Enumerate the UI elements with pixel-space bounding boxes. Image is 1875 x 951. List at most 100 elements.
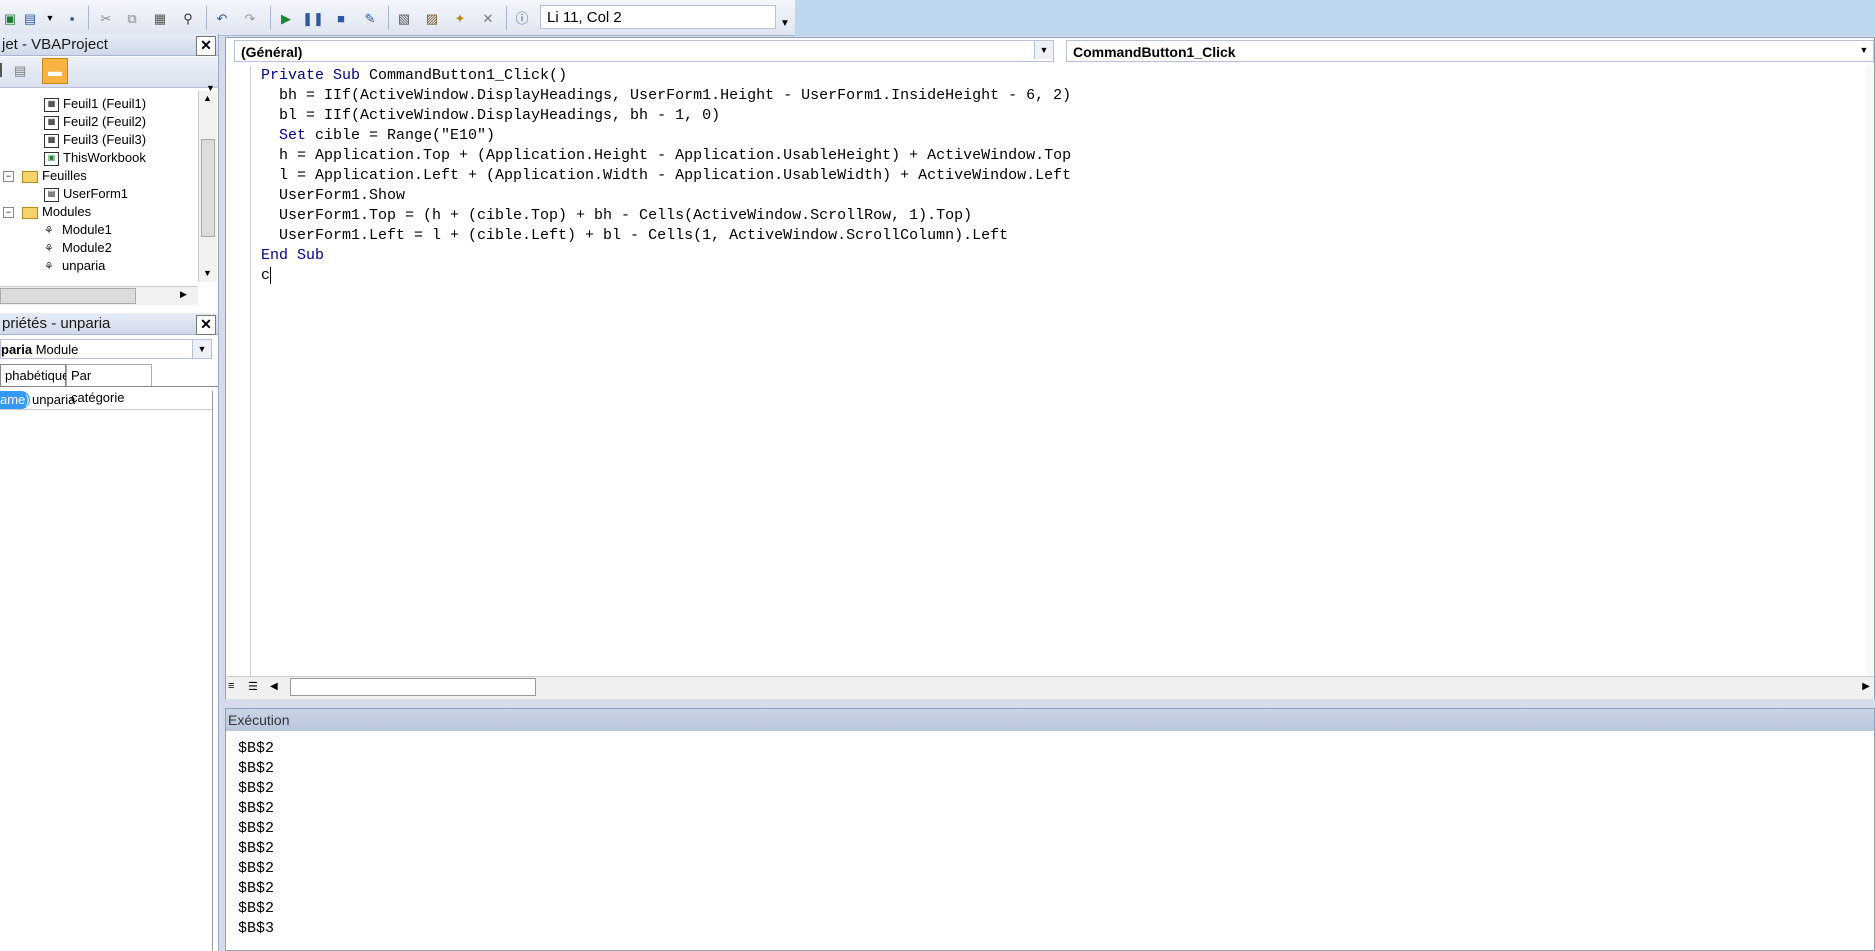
tab-alphabetique[interactable]: phabétique (0, 364, 69, 386)
folder-icon (22, 170, 38, 183)
scroll-thumb[interactable] (201, 139, 215, 237)
code-line[interactable]: bh = IIf(ActiveWindow.DisplayHeadings, U… (261, 86, 1071, 106)
property-value[interactable]: unparia (32, 391, 75, 409)
scroll-up-icon[interactable]: ▲ (203, 93, 212, 103)
code-line[interactable]: c​ (261, 266, 272, 286)
design-mode-icon[interactable]: ✎ (360, 8, 380, 28)
redo-icon[interactable]: ↷ (240, 8, 260, 28)
properties-window-icon[interactable]: ▨ (422, 8, 442, 28)
form-icon: ▤ (44, 187, 59, 202)
excel-icon[interactable]: ▣ (0, 8, 20, 28)
break-icon[interactable]: ❚❚ (302, 8, 324, 28)
procedure-view-icon[interactable]: ≡ (228, 680, 234, 692)
tree-item-userform1[interactable]: ▤ UserForm1 (44, 186, 128, 202)
toolbar-separator (270, 6, 271, 30)
code-vertical-scrollbar[interactable] (1866, 66, 1874, 684)
code-line[interactable]: UserForm1.Show (261, 186, 405, 206)
toolbar-overflow-icon[interactable]: ▼ (780, 18, 790, 29)
code-line[interactable]: h = Application.Top + (Application.Heigh… (261, 146, 1071, 166)
insert-userform-icon[interactable]: ▤ (20, 8, 40, 28)
standard-toolbar: ▣ ▤ ▼ ▪ ✂ ⧉ ▦ ⚲ ↶ ↷ ▶ ❚❚ ■ ✎ ▧ ▨ ✦ ✕ ⓘ L… (0, 0, 795, 36)
module-icon: ⚘ (44, 242, 54, 255)
project-explorer-icon[interactable]: ▧ (394, 8, 414, 28)
copy-icon[interactable]: ⧉ (122, 8, 142, 28)
code-line[interactable]: Set cible = Range("E10") (261, 126, 495, 146)
help-icon[interactable]: ⓘ (512, 8, 532, 28)
scroll-right-icon[interactable]: ▶ (1862, 681, 1870, 692)
procedure-combo[interactable]: CommandButton1_Click ▼ (1066, 40, 1874, 62)
project-explorer-panel: jet - VBAProject ✕ ▤ ▬ ▼ ▦ Feuil1 (Feuil1… (0, 34, 219, 313)
code-line[interactable]: UserForm1.Left = l + (cible.Left) + bl -… (261, 226, 1008, 246)
paste-icon[interactable]: ▦ (150, 8, 170, 28)
tree-item-thisworkbook[interactable]: ▣ ThisWorkbook (44, 150, 146, 166)
module-icon: ⚘ (44, 260, 54, 273)
chevron-down-icon[interactable]: ▼ (1855, 41, 1873, 59)
collapse-modules-icon[interactable]: − (3, 207, 14, 218)
output-line: $B$3 (238, 920, 275, 937)
undo-icon[interactable]: ↶ (212, 8, 232, 28)
toggle-folders-icon[interactable]: ▬ (42, 58, 68, 84)
scroll-right-icon[interactable]: ▶ (180, 289, 187, 300)
code-horizontal-scrollbar[interactable]: ≡ ☰ ◀ ▶ (226, 676, 1874, 699)
code-line[interactable]: UserForm1.Top = (h + (cible.Top) + bh - … (261, 206, 972, 226)
reset-icon[interactable]: ■ (331, 8, 351, 28)
object-combo[interactable]: (Général) ▼ (234, 40, 1054, 62)
object-browser-icon[interactable]: ✦ (450, 8, 470, 28)
project-vertical-scrollbar[interactable]: ▲ ▼ (198, 91, 217, 282)
dropdown-icon[interactable]: ▼ (40, 8, 60, 28)
code-line[interactable]: End Sub (261, 246, 324, 266)
code-window: (Général) ▼ CommandButton1_Click ▼ Priva… (225, 37, 1875, 699)
scroll-left-icon[interactable]: ◀ (270, 681, 278, 692)
text-cursor: ​ (270, 267, 272, 284)
tree-folder-feuilles[interactable]: Feuilles (22, 168, 87, 184)
run-icon[interactable]: ▶ (276, 8, 296, 28)
tree-folder-modules[interactable]: Modules (22, 204, 91, 220)
toolbar-separator (206, 6, 207, 30)
tab-par-categorie[interactable]: Par catégorie (66, 364, 152, 405)
view-object-icon[interactable]: ▤ (14, 63, 30, 78)
sheet-icon: ▦ (44, 115, 59, 130)
chevron-down-icon[interactable]: ▼ (192, 340, 211, 358)
code-line[interactable]: Private Sub CommandButton1_Click() (261, 66, 567, 86)
project-explorer-toolbar: ▤ ▬ ▼ (0, 57, 218, 93)
output-line: $B$2 (238, 820, 275, 837)
properties-panel: priétés - unparia ✕ paria Module ▼ phabé… (0, 313, 219, 951)
ide-background (795, 0, 1875, 36)
execution-output[interactable]: $B$2 $B$2 $B$2 $B$2 $B$2 $B$2 $B$2 $B$2 … (226, 733, 1874, 950)
tree-item-module1[interactable]: ⚘ Module1 (44, 222, 112, 238)
tree-item-unparia[interactable]: ⚘ unparia (44, 258, 105, 274)
close-icon[interactable]: ✕ (196, 315, 216, 335)
toolbox-icon[interactable]: ✕ (478, 8, 498, 28)
folder-icon (22, 206, 38, 219)
collapse-feuilles-icon[interactable]: − (3, 171, 14, 182)
toolbar-separator (388, 6, 389, 30)
tree-item-feuil3[interactable]: ▦ Feuil3 (Feuil3) (44, 132, 146, 148)
full-module-view-icon[interactable]: ☰ (248, 680, 258, 693)
chevron-down-icon[interactable]: ▼ (1034, 41, 1053, 59)
scroll-thumb[interactable] (0, 288, 136, 304)
object-selector[interactable]: paria Module ▼ (0, 339, 212, 359)
properties-title: priétés - unparia (0, 313, 218, 335)
close-icon[interactable]: ✕ (196, 36, 216, 56)
object-type: Module (35, 342, 79, 357)
output-line: $B$2 (238, 760, 275, 777)
scroll-down-icon[interactable]: ▼ (203, 268, 212, 278)
code-line[interactable]: bl = IIf(ActiveWindow.DisplayHeadings, b… (261, 106, 720, 126)
save-icon[interactable]: ▪ (62, 8, 82, 28)
cursor-position-display: Li 11, Col 2 (540, 5, 776, 29)
scroll-thumb[interactable] (290, 678, 536, 696)
code-line[interactable]: l = Application.Left + (Application.Widt… (261, 166, 1071, 186)
property-row-name[interactable]: ame) unparia (0, 391, 212, 410)
tree-item-feuil2[interactable]: ▦ Feuil2 (Feuil2) (44, 114, 146, 130)
tree-item-module2[interactable]: ⚘ Module2 (44, 240, 112, 256)
properties-border (212, 391, 217, 951)
output-line: $B$2 (238, 860, 275, 877)
code-margin[interactable] (226, 66, 251, 684)
code-editor[interactable]: Private Sub CommandButton1_Click() bh = … (226, 66, 1874, 684)
tree-item-feuil1[interactable]: ▦ Feuil1 (Feuil1) (44, 96, 146, 112)
project-horizontal-scrollbar[interactable]: ▶ (0, 286, 198, 305)
view-code-icon[interactable] (0, 63, 8, 77)
find-icon[interactable]: ⚲ (178, 8, 198, 28)
cut-icon[interactable]: ✂ (96, 8, 116, 28)
execution-window: Exécution $B$2 $B$2 $B$2 $B$2 $B$2 $B$2 … (225, 708, 1875, 951)
